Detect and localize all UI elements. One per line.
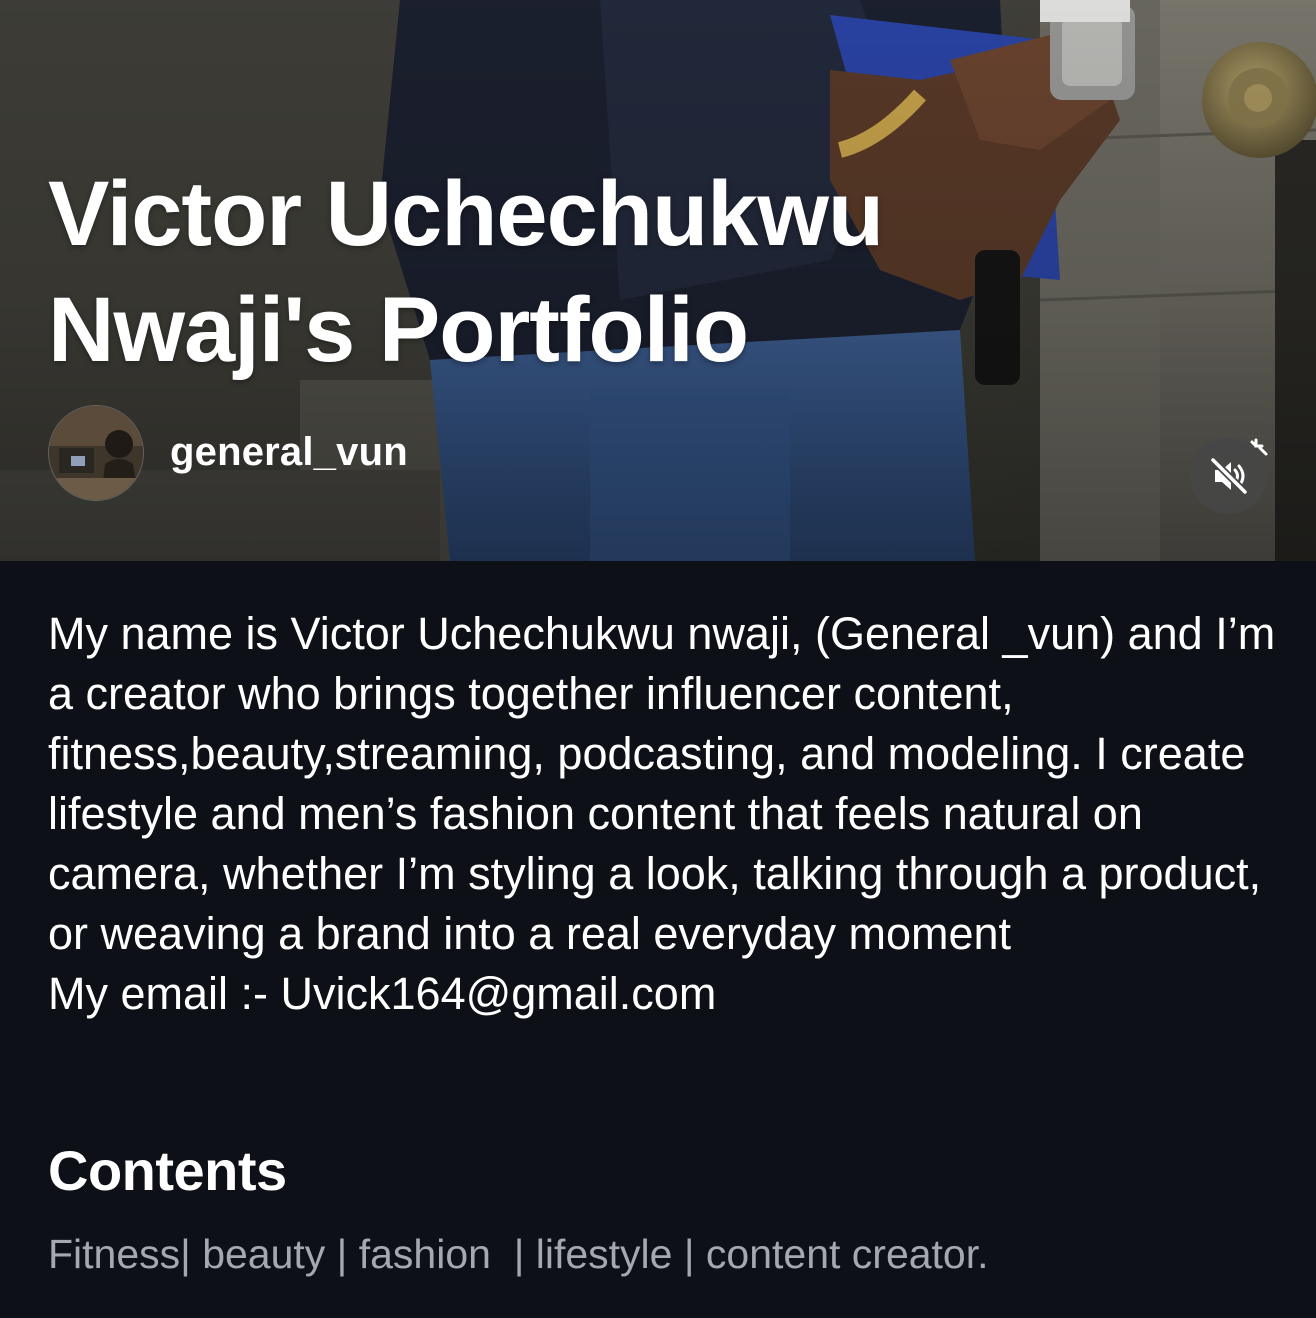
sparkle-icon xyxy=(1250,438,1268,456)
author-username[interactable]: general_vun xyxy=(170,430,408,475)
portfolio-title: Victor Uchechukwu Nwaji's Portfolio xyxy=(48,163,884,381)
speaker-muted-icon xyxy=(1209,456,1248,495)
contents-heading: Contents xyxy=(48,1139,287,1202)
portfolio-page: Victor Uchechukwu Nwaji's Portfolio gene… xyxy=(0,0,1316,1318)
bio-text: My name is Victor Uchechukwu nwaji, (Gen… xyxy=(48,608,1276,1019)
avatar[interactable] xyxy=(48,405,144,501)
hero-banner: Victor Uchechukwu Nwaji's Portfolio gene… xyxy=(0,0,1316,561)
author-block[interactable]: general_vun xyxy=(48,405,408,501)
contents-tags: Fitness| beauty | fashion | lifestyle | … xyxy=(48,1231,989,1277)
avatar-image xyxy=(49,406,143,500)
